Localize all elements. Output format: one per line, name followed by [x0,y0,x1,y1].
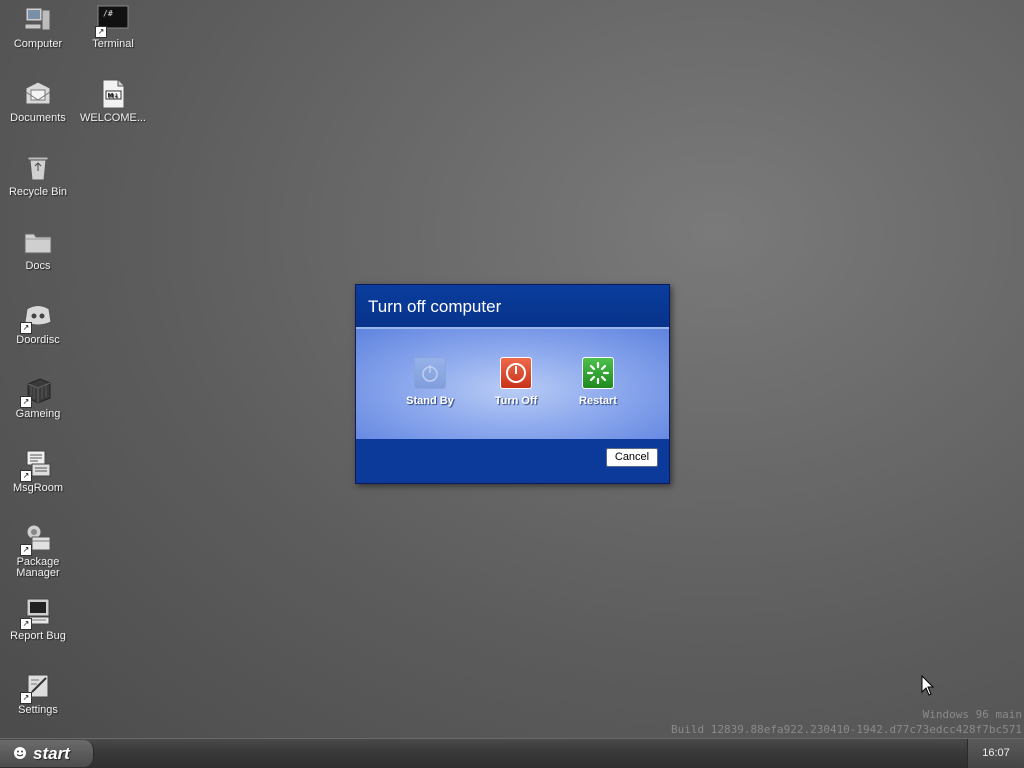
turn-off-dialog: Turn off computer Stand By Turn Off Rest… [355,284,670,484]
desktop-icon-gameing[interactable]: ↗ Gameing [1,374,75,420]
terminal-glyph-text: /# [103,9,113,18]
stand-by-label: Stand By [406,395,454,407]
stand-by-button[interactable]: Stand By [400,357,460,407]
documents-icon [22,78,54,110]
desktop-icon-label: Docs [25,261,51,272]
computer-icon [22,4,54,36]
dialog-title: Turn off computer [368,297,502,316]
markdown-glyph-text: M↓ [108,93,119,100]
shortcut-arrow-icon: ↗ [95,26,107,38]
desktop-icon-doordisc[interactable]: ↗ Doordisc [1,300,75,346]
desktop-icon-label: Report Bug [10,631,66,642]
desktop-icon-label: Package Manager [16,557,60,579]
settings-icon: ↗ [20,670,54,704]
desktop-icon-terminal[interactable]: /# ↗ Terminal [76,4,150,50]
desktop-icon-label: Gameing [15,409,61,420]
start-label: start [33,744,70,763]
desktop-icon-package-manager[interactable]: ↗ Package Manager [1,522,75,579]
dialog-header: Turn off computer [356,285,669,329]
markdown-file-icon: M↓ [97,78,129,110]
build-watermark-line2: Build 12839.88efa922.230410-1942.d77c73e… [671,723,1022,736]
desktop-icon-label: Settings [18,705,58,716]
mouse-cursor-icon [921,675,935,696]
desktop-icon-settings[interactable]: ↗ Settings [1,670,75,716]
desktop-icon-welcome[interactable]: M↓ WELCOME... [76,78,150,124]
desktop-icon-label: Doordisc [16,335,60,346]
desktop-icon-recycle-bin[interactable]: Recycle Bin [1,152,75,198]
desktop-icon-label: Recycle Bin [8,187,68,198]
start-button[interactable]: start [0,740,94,767]
restart-button[interactable]: Restart [568,357,628,407]
shortcut-arrow-icon: ↗ [20,544,32,556]
desktop-icon-computer[interactable]: Computer [1,4,75,50]
build-watermark-line1: Windows 96 main [922,708,1022,721]
desktop-icon-documents[interactable]: Documents [1,78,75,124]
clock[interactable]: 16:07 [968,747,1024,759]
terminal-icon: /# ↗ [95,4,129,38]
recycle-bin-icon [22,152,54,184]
game-cube-icon: ↗ [20,374,54,408]
folder-icon [22,226,54,258]
desktop-icon-label: MsgRoom [12,483,64,494]
turn-off-button[interactable]: Turn Off [486,357,546,407]
shortcut-arrow-icon: ↗ [20,396,32,408]
power-off-icon [500,357,532,389]
restart-label: Restart [579,395,617,407]
shortcut-arrow-icon: ↗ [20,322,32,334]
turn-off-label: Turn Off [494,395,538,407]
desktop-icon-label: Documents [10,113,66,124]
system-tray: 16:07 [967,739,1024,768]
report-bug-icon: ↗ [20,596,54,630]
desktop-icon-msgroom[interactable]: ↗ MsgRoom [1,448,75,494]
smiley-icon [14,747,26,759]
cancel-button[interactable]: Cancel [606,448,658,467]
shortcut-arrow-icon: ↗ [20,470,32,482]
msgroom-icon: ↗ [20,448,54,482]
desktop-icon-docs[interactable]: Docs [1,226,75,272]
package-manager-icon: ↗ [20,522,54,556]
restart-spinner-icon [582,357,614,389]
desktop-icon-label: WELCOME... [79,113,146,124]
desktop-icon-report-bug[interactable]: ↗ Report Bug [1,596,75,642]
standby-power-icon [414,357,446,389]
doordisc-icon: ↗ [20,300,54,334]
taskbar: start 16:07 [0,738,1024,768]
shortcut-arrow-icon: ↗ [20,692,32,704]
dialog-footer: Cancel [356,439,669,483]
dialog-body: Stand By Turn Off Restart [356,329,669,439]
desktop-icon-label: Terminal [92,39,134,50]
desktop-icon-label: Computer [13,39,63,50]
shortcut-arrow-icon: ↗ [20,618,32,630]
